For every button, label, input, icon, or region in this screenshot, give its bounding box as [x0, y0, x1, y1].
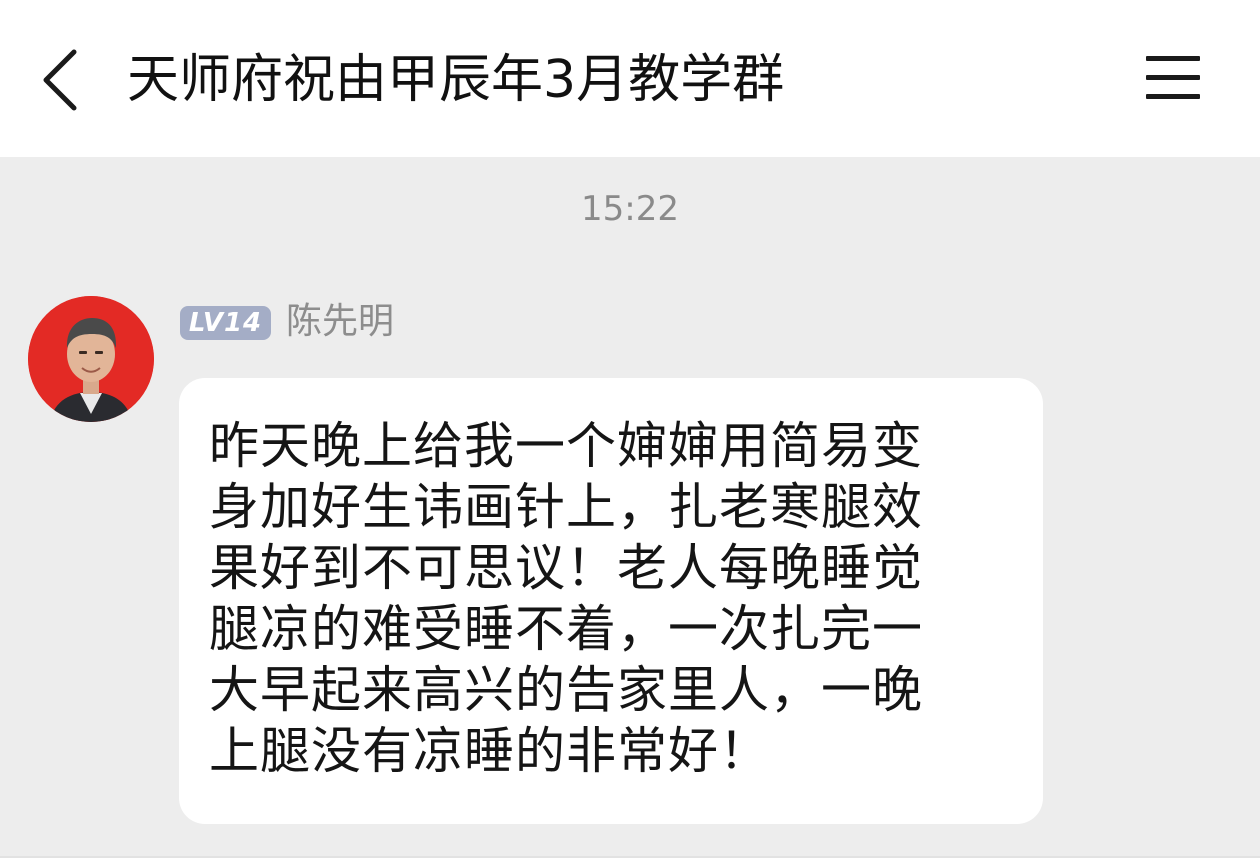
hamburger-menu-icon	[1146, 56, 1200, 99]
chat-title: 天师府祝由甲辰年3月教学群	[127, 50, 785, 110]
message-text-line: 大早起来高兴的告家里人，一晚	[209, 661, 923, 719]
message-text-line: 腿凉的难受睡不着，一次扎完一	[209, 600, 923, 658]
message-text-line: 果好到不可思议！老人每晚睡觉	[209, 539, 923, 597]
message-text-line: 上腿没有凉睡的非常好！	[209, 722, 770, 780]
back-button[interactable]	[30, 40, 100, 120]
sender-name: 陈先明	[286, 301, 395, 342]
more-menu-button[interactable]	[1140, 50, 1206, 110]
message-text-line: 昨天晚上给我一个婶婶用简易变	[209, 417, 923, 475]
user-level-badge: LV14	[180, 306, 271, 340]
message-text-line: 身加好生讳画针上，扎老寒腿效	[209, 478, 923, 536]
message-timestamp: 15:22	[581, 189, 679, 229]
sender-avatar[interactable]	[28, 296, 154, 422]
message-bubble[interactable]: 昨天晚上给我一个婶婶用简易变 身加好生讳画针上，扎老寒腿效 果好到不可思议！老人…	[179, 378, 1043, 824]
person-portrait-icon	[28, 296, 154, 422]
chevron-left-icon	[43, 49, 77, 111]
chat-header: 天师府祝由甲辰年3月教学群	[0, 0, 1260, 157]
